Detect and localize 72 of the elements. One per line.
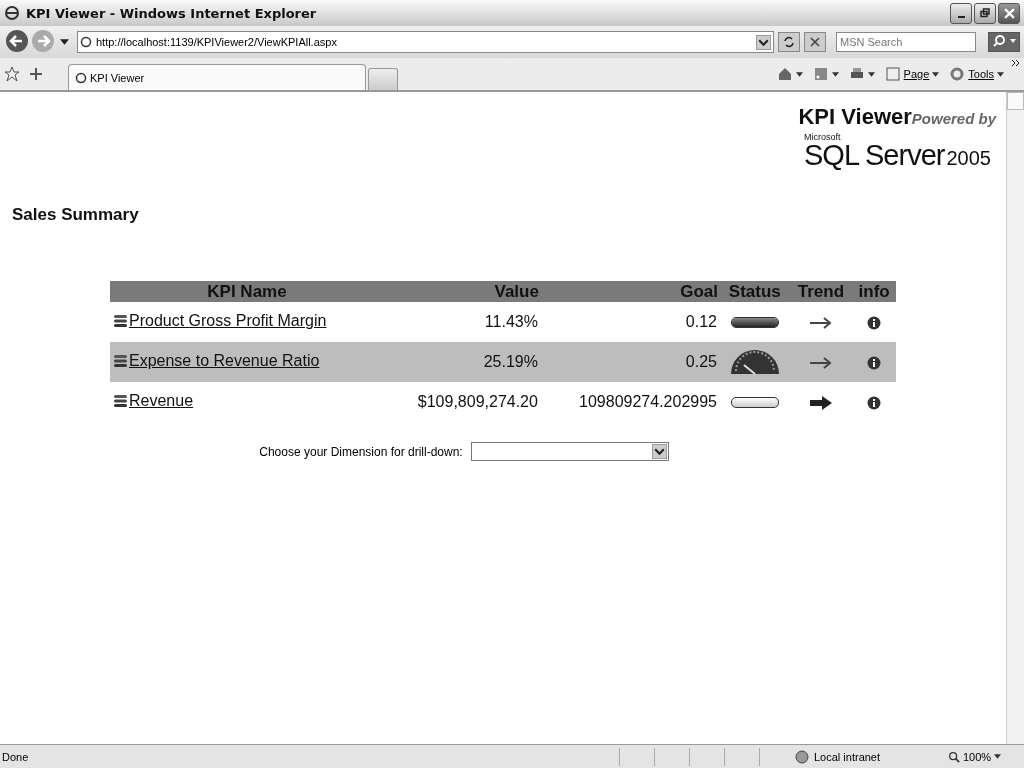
plus-icon[interactable] [28, 66, 44, 82]
gauge-icon [729, 349, 780, 375]
close-icon [1003, 7, 1015, 19]
close-button[interactable] [998, 2, 1020, 24]
info-icon[interactable] [867, 315, 882, 330]
arrow-icon [808, 315, 833, 330]
stack-icon [113, 394, 129, 408]
kpi-link[interactable]: Product Gross Profit Margin [129, 312, 327, 330]
kpi-link[interactable]: Revenue [129, 392, 194, 410]
column-header: info [852, 281, 896, 302]
dropdown-label: Choose your Dimension for drill-down: [259, 444, 463, 459]
search-button[interactable] [988, 32, 1020, 52]
minimize-icon [957, 16, 965, 18]
arrow-icon [808, 395, 833, 410]
browser-logo-icon [4, 5, 20, 21]
caret-icon[interactable] [60, 39, 69, 45]
tools-menu-button[interactable]: Tools [949, 66, 1004, 82]
table-cell: $109,809,274.20 [384, 382, 541, 422]
close-icon [808, 35, 822, 49]
column-header: Status [720, 281, 790, 302]
zone-text: Local intranet [814, 750, 882, 763]
column-header: KPI Name [110, 281, 384, 302]
caret-icon [831, 71, 839, 77]
window-title: KPI Viewer - Windows Internet Explorer [26, 5, 317, 21]
page-title: KPI Viewer [798, 104, 912, 130]
table-cell: 0.12 [540, 302, 720, 342]
restore-button[interactable] [974, 2, 996, 24]
back-button[interactable] [4, 29, 30, 55]
page-menu-button[interactable]: Page [884, 66, 940, 82]
chevron-icon[interactable] [1012, 60, 1020, 66]
address-field[interactable]: http://localhost:1139/KPIViewer2/ViewKPIAll.aspx [77, 31, 774, 53]
column-header: Value [384, 281, 541, 302]
table-cell: 109809274.202995 [540, 382, 720, 422]
zoom-button[interactable]: 100% [948, 750, 1018, 763]
stack-icon [113, 354, 129, 368]
column-header: Goal [540, 281, 720, 302]
arrow-icon [808, 355, 833, 370]
refresh-button[interactable] [778, 32, 800, 52]
caret-icon [994, 754, 1002, 759]
caret-icon [997, 71, 1004, 77]
status-bar-indicator [730, 317, 779, 329]
product-logo: Microsoft SQL Server2005 [804, 132, 992, 171]
status-text: Done [2, 750, 29, 763]
restore-icon [980, 8, 990, 18]
dropdown-arrow-icon [651, 444, 667, 459]
feed-button[interactable] [812, 66, 839, 82]
minimize-button[interactable] [950, 2, 972, 24]
star-icon[interactable] [4, 66, 20, 82]
caret-icon [932, 71, 940, 77]
tagline: Powered by [911, 110, 996, 127]
search-icon [991, 33, 1017, 48]
info-icon[interactable] [867, 355, 882, 370]
info-icon[interactable] [867, 395, 882, 410]
search-field[interactable]: MSN Search [836, 32, 976, 52]
caret-icon [795, 71, 803, 77]
stack-icon [113, 314, 129, 328]
table-cell: 0.25 [540, 342, 720, 382]
home-button[interactable] [776, 66, 803, 82]
caret-icon [867, 71, 875, 77]
section-title: Sales Summary [12, 205, 140, 225]
tab[interactable]: KPI Viewer [68, 64, 366, 90]
dropdown-arrow-icon[interactable] [756, 34, 771, 50]
feed-icon [812, 66, 829, 82]
home-icon [776, 66, 793, 82]
refresh-icon [782, 35, 796, 49]
table-cell: 25.19% [384, 342, 541, 382]
column-header: Trend [789, 281, 853, 302]
magnifier-icon [948, 750, 960, 763]
table-cell: 11.43% [384, 302, 541, 342]
scrollbar[interactable] [1006, 92, 1024, 744]
dimension-dropdown[interactable] [470, 442, 669, 461]
stop-button[interactable] [804, 32, 826, 52]
